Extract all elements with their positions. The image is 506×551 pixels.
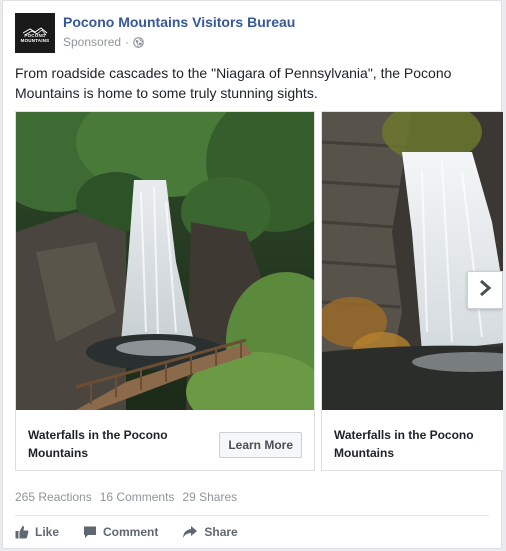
post-actions: Like Comment Share: [15, 521, 262, 543]
share-arrow-icon: [182, 525, 198, 539]
post-stats: 265 Reactions 16 Comments 29 Shares: [15, 490, 237, 504]
sponsored-post: POCONO MOUNTAINS Pocono Mountains Visito…: [2, 0, 503, 549]
waterfall-stairs-photo[interactable]: [16, 112, 314, 410]
logo-text-2: MOUNTAINS: [20, 38, 50, 43]
carousel-next-button[interactable]: [467, 271, 503, 309]
divider: [15, 515, 489, 516]
carousel-card-1[interactable]: Waterfalls in the Pocono Mountains Learn…: [15, 111, 315, 471]
thumbs-up-icon: [15, 525, 29, 539]
shares-count[interactable]: 29 Shares: [182, 490, 237, 504]
page-avatar-logo[interactable]: POCONO MOUNTAINS: [15, 13, 55, 53]
page-name-link[interactable]: Pocono Mountains Visitors Bureau: [63, 14, 295, 30]
post-meta: Sponsored ·: [63, 35, 144, 49]
comment-button[interactable]: Comment: [83, 525, 158, 539]
mountain-logo-icon: [22, 23, 48, 36]
card-2-caption[interactable]: Waterfalls in the Pocono Mountains: [334, 426, 503, 462]
comments-count[interactable]: 16 Comments: [100, 490, 175, 504]
waterfall-rocks-photo[interactable]: [322, 112, 503, 410]
comment-icon: [83, 525, 97, 539]
globe-icon[interactable]: [133, 36, 144, 48]
learn-more-button[interactable]: Learn More: [219, 432, 302, 458]
post-text: From roadside cascades to the "Niagara o…: [15, 65, 452, 101]
post-header: POCONO MOUNTAINS Pocono Mountains Visito…: [15, 13, 489, 53]
card-1-caption[interactable]: Waterfalls in the Pocono Mountains: [28, 426, 198, 462]
sponsored-label[interactable]: Sponsored: [63, 35, 121, 49]
share-button[interactable]: Share: [182, 525, 238, 539]
chevron-right-icon: [478, 279, 492, 302]
like-label: Like: [35, 525, 60, 539]
like-button[interactable]: Like: [15, 525, 59, 539]
comment-label: Comment: [103, 525, 159, 539]
reactions-count[interactable]: 265 Reactions: [15, 490, 92, 504]
carousel: Waterfalls in the Pocono Mountains Learn…: [15, 111, 503, 471]
meta-separator: ·: [125, 35, 130, 49]
share-label: Share: [204, 525, 238, 539]
